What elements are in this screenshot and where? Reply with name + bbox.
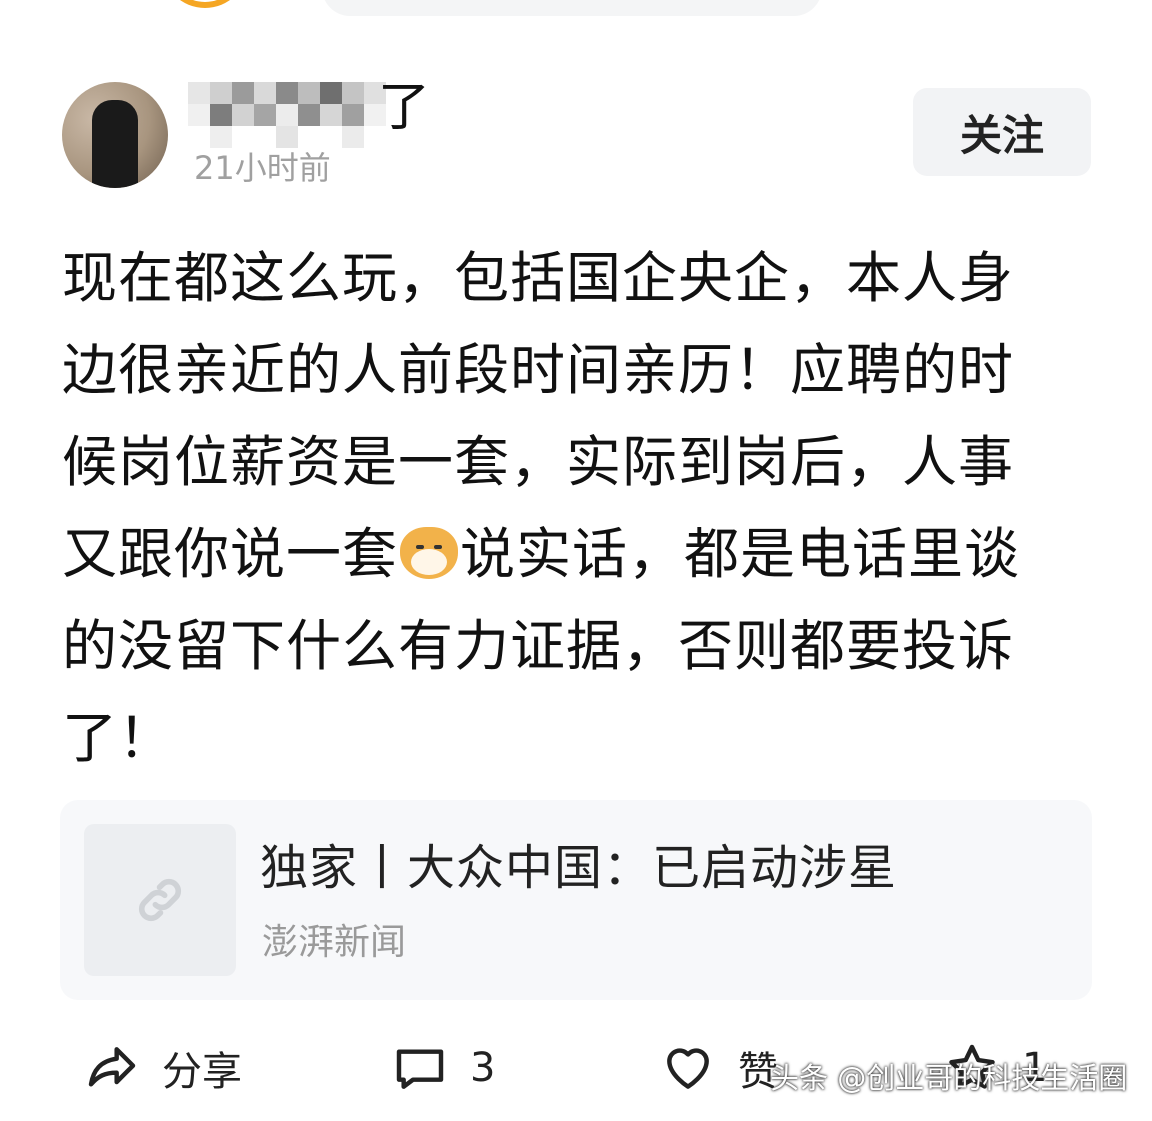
post-text-line: 边很亲近的人前段时间亲历！应聘的时: [62, 338, 1015, 402]
comment-count: 3: [470, 1045, 496, 1091]
link-card[interactable]: 独家丨大众中国：已启动涉星 澎湃新闻: [60, 800, 1092, 1000]
link-source: 澎湃新闻: [262, 922, 407, 963]
share-button[interactable]: 分享: [84, 1036, 242, 1100]
link-thumbnail: [84, 824, 236, 976]
post-text-line: 又跟你说一套 说实话，都是电话里谈: [62, 508, 1098, 600]
heart-icon: [667, 1048, 709, 1089]
share-label: 分享: [162, 1049, 242, 1095]
post-text: 现在都这么玩，包括国企央企，本人身 边很亲近的人前段时间亲历！应聘的时 候岗位薪…: [62, 232, 1098, 784]
watermark: 头条 @创业哥的科技生活圈: [770, 1061, 1128, 1095]
post-text-line: 的没留下什么有力证据，否则都要投诉: [62, 614, 1015, 678]
author-avatar[interactable]: [62, 82, 168, 188]
blurred-name-mosaic: [188, 72, 388, 148]
follow-button[interactable]: 关注: [913, 88, 1091, 176]
top-search-bar[interactable]: [322, 0, 822, 16]
post-text-segment: 又跟你说一套: [62, 522, 399, 586]
share-icon: [88, 1047, 136, 1087]
doge-icon: [400, 527, 459, 579]
like-button[interactable]: 赞: [660, 1036, 778, 1100]
post-time: 21小时前: [194, 149, 331, 187]
author-name-visible: 了: [378, 78, 431, 138]
post-text-line: 了！: [62, 706, 175, 770]
top-avatar-ring[interactable]: [162, 0, 248, 8]
avatar-figure: [92, 100, 138, 188]
author-name[interactable]: 了: [188, 72, 448, 148]
post-text-line: 候岗位薪资是一套，实际到岗后，人事: [62, 430, 1015, 494]
link-icon: [138, 878, 182, 922]
comment-icon: [396, 1049, 444, 1089]
link-title: 独家丨大众中国：已启动涉星: [260, 840, 898, 896]
post-text-line: 现在都这么玩，包括国企央企，本人身: [62, 246, 1015, 310]
post-text-segment: 说实话，都是电话里谈: [460, 522, 1021, 586]
comment-button[interactable]: 3: [392, 1036, 495, 1100]
